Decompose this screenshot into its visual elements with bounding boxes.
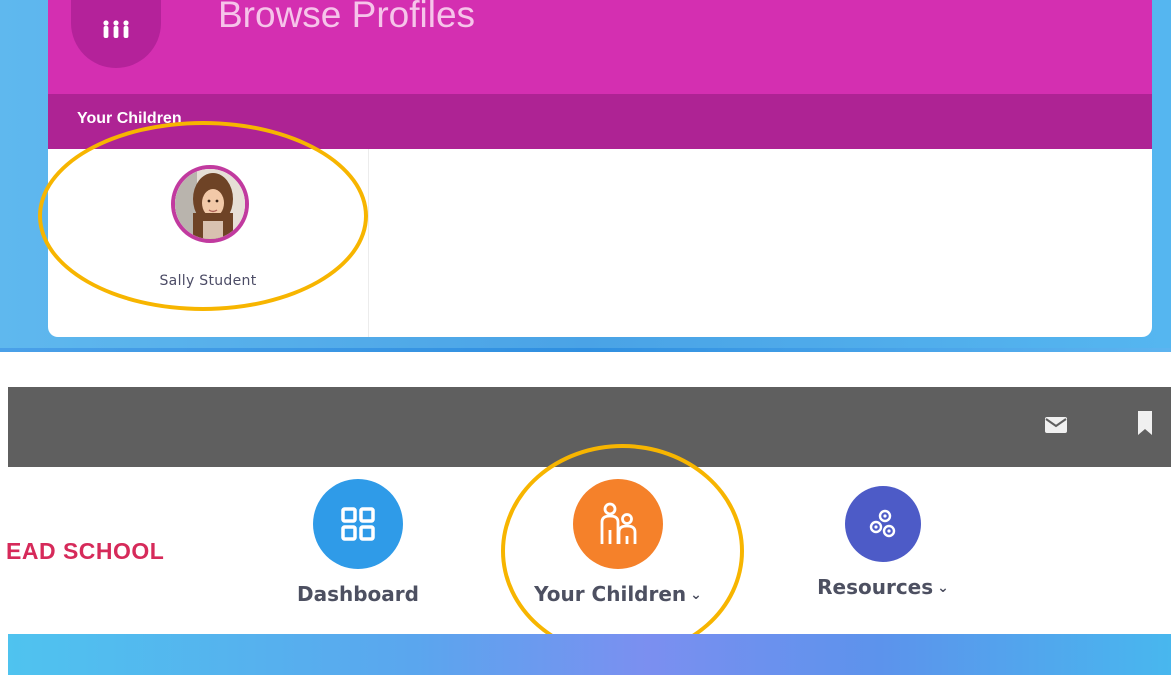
- nav-label[interactable]: Dashboard: [288, 582, 428, 606]
- nav-dashboard[interactable]: Dashboard: [288, 479, 428, 606]
- children-icon[interactable]: [573, 479, 663, 569]
- footer-band: [8, 634, 1171, 675]
- people-icon: [71, 0, 161, 68]
- nav-resources[interactable]: Resources ⌄: [803, 479, 963, 599]
- top-toolbar: [8, 387, 1171, 467]
- page-title: Browse Profiles: [218, 0, 476, 35]
- school-name[interactable]: EAD SCHOOL: [6, 538, 164, 565]
- card-header: Browse Profiles: [48, 0, 1152, 94]
- browse-profiles-card: Browse Profiles Your Children Sally Stud…: [48, 0, 1152, 337]
- bookmark-icon[interactable]: [1138, 411, 1152, 439]
- nav-label-text[interactable]: Resources: [817, 575, 933, 599]
- nav-label[interactable]: Resources ⌄: [803, 575, 963, 599]
- avatar[interactable]: [171, 165, 249, 243]
- chevron-down-icon[interactable]: ⌄: [690, 587, 702, 603]
- grid-icon[interactable]: [313, 479, 403, 569]
- mail-icon[interactable]: [1045, 417, 1067, 437]
- profile-card[interactable]: Sally Student: [48, 149, 369, 337]
- gears-icon[interactable]: [845, 486, 921, 562]
- nav-label[interactable]: Your Children ⌄: [513, 582, 723, 606]
- nav-your-children[interactable]: Your Children ⌄: [513, 479, 723, 606]
- nav-label-text[interactable]: Your Children: [534, 582, 686, 606]
- section-header: Your Children: [48, 94, 1152, 149]
- section-label: Your Children: [77, 110, 182, 127]
- panel-divider: [0, 348, 1171, 352]
- profile-name[interactable]: Sally Student: [48, 273, 368, 289]
- browse-profiles-area: Browse Profiles Your Children Sally Stud…: [0, 0, 1171, 352]
- chevron-down-icon[interactable]: ⌄: [937, 580, 949, 596]
